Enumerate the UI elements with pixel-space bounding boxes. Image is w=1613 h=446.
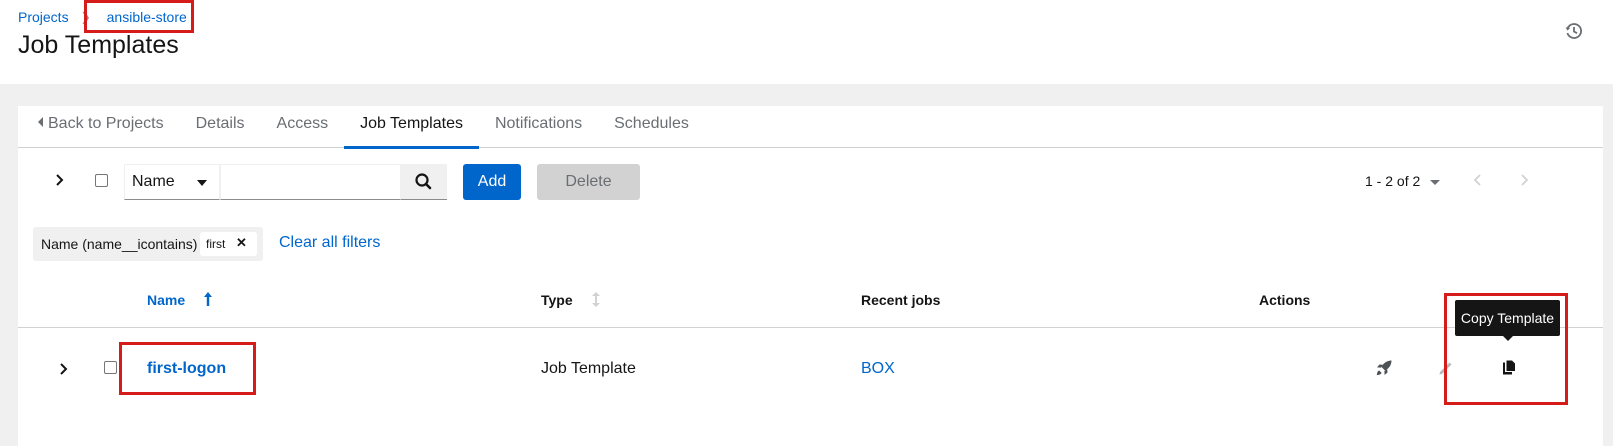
filter-field-select[interactable]: Name xyxy=(124,164,220,200)
delete-button[interactable]: Delete xyxy=(537,164,640,200)
sort-icon[interactable] xyxy=(592,292,600,307)
column-header-actions: Actions xyxy=(1259,292,1311,308)
angle-right-icon[interactable] xyxy=(58,362,70,376)
search-input[interactable] xyxy=(220,164,401,200)
angle-left-icon[interactable] xyxy=(1471,173,1485,187)
tab-label: Schedules xyxy=(614,115,689,132)
tab-notifications[interactable]: Notifications xyxy=(479,106,598,148)
angle-right-icon[interactable] xyxy=(53,173,67,187)
row-select-checkbox[interactable] xyxy=(104,361,117,374)
caret-down-icon xyxy=(197,180,207,186)
times-icon[interactable]: ✕ xyxy=(236,236,247,250)
tab-back-to-projects[interactable]: Back to Projects xyxy=(18,106,180,148)
project-tabs: Back to Projects Details Access Job Temp… xyxy=(18,106,1603,149)
tab-label: Notifications xyxy=(494,115,583,132)
search-icon xyxy=(415,173,432,190)
table-divider xyxy=(18,327,1603,328)
clear-all-filters-link[interactable]: Clear all filters xyxy=(279,234,380,252)
project-card: Back to Projects Details Access Job Temp… xyxy=(18,106,1603,446)
caret-left-icon xyxy=(38,117,43,127)
copy-template-tooltip: Copy Template xyxy=(1455,300,1560,336)
filter-chip: first ✕ xyxy=(200,232,257,256)
highlight-box-template-name xyxy=(119,342,256,395)
pagination-caret-icon[interactable] xyxy=(1430,180,1440,185)
history-icon[interactable] xyxy=(1565,22,1583,40)
breadcrumb-projects-link[interactable]: Projects xyxy=(18,9,69,25)
column-header-type[interactable]: Type xyxy=(541,292,573,308)
page-title: Job Templates xyxy=(18,31,179,59)
column-header-recent-jobs: Recent jobs xyxy=(861,292,941,308)
chip-label: first xyxy=(206,237,226,251)
filter-chip-group: Name (name__icontains) first ✕ xyxy=(33,227,263,261)
tab-access[interactable]: Access xyxy=(261,106,345,148)
tooltip-arrow xyxy=(1502,335,1514,341)
search-button[interactable] xyxy=(401,164,447,200)
tab-details[interactable]: Details xyxy=(180,106,261,148)
add-button[interactable]: Add xyxy=(463,164,521,200)
chip-category-label: Name (name__icontains) xyxy=(41,236,198,252)
tab-label: Back to Projects xyxy=(48,115,164,132)
pagination-total: 2 xyxy=(1412,173,1421,189)
tab-label: Details xyxy=(195,115,245,132)
sort-up-icon[interactable] xyxy=(203,291,213,307)
rocket-icon[interactable] xyxy=(1375,359,1393,377)
tab-label: Job Templates xyxy=(360,115,463,132)
highlight-box-breadcrumb xyxy=(84,0,194,33)
pagination-toggle[interactable]: 1 - 2 of 2 xyxy=(1365,173,1420,189)
select-all-checkbox[interactable] xyxy=(95,174,108,187)
pagination-of: of xyxy=(1396,173,1409,189)
angle-right-icon[interactable] xyxy=(1517,173,1531,187)
tab-job-templates[interactable]: Job Templates xyxy=(344,106,479,149)
template-type: Job Template xyxy=(541,360,636,377)
column-header-name[interactable]: Name xyxy=(147,292,185,308)
tab-schedules[interactable]: Schedules xyxy=(598,106,705,148)
recent-jobs-link[interactable]: BOX xyxy=(861,360,895,378)
tab-label: Access xyxy=(276,115,329,132)
filter-field-label: Name xyxy=(132,173,175,190)
pagination-range: 1 - 2 xyxy=(1365,173,1394,189)
page-header: Projects ❯ ansible-store Job Templates xyxy=(0,0,1613,84)
